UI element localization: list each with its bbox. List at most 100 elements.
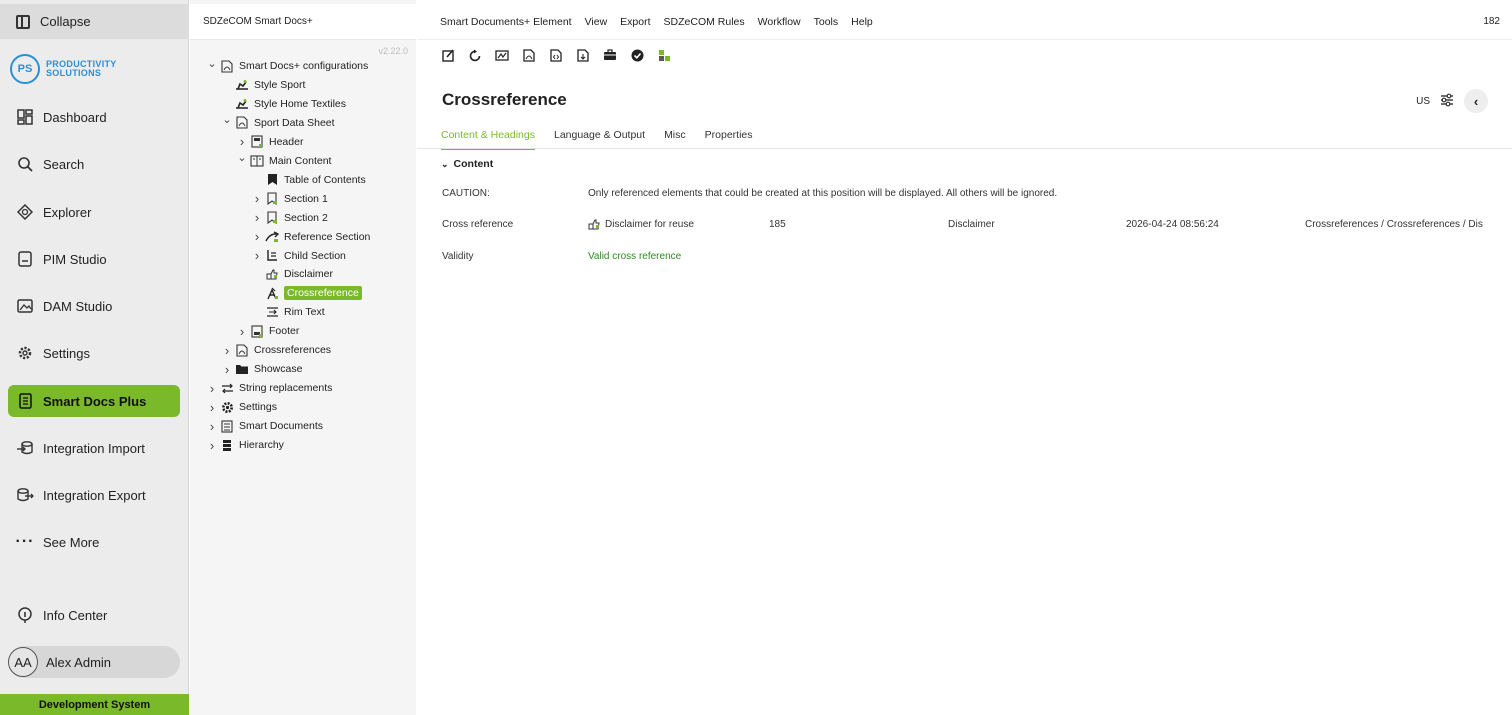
user-menu[interactable]: AA Alex Admin xyxy=(8,646,180,678)
logo-line2: SOLUTIONS xyxy=(46,68,102,78)
footer-icon xyxy=(250,325,264,338)
chevron-down-icon[interactable]: ⌄ xyxy=(236,151,248,164)
gear-icon xyxy=(16,344,34,362)
object-count: 182 xyxy=(1483,16,1500,27)
tab-misc[interactable]: Misc xyxy=(664,126,686,150)
tab-bar: Content & Headings Language & Output Mis… xyxy=(441,126,772,150)
productivity-solutions-logo: PS PRODUCTIVITY SOLUTIONS xyxy=(10,54,117,84)
tree-node-header[interactable]: › Header xyxy=(236,133,304,151)
tree-node-child-section[interactable]: › Child Section xyxy=(251,247,346,265)
tree-node-sport-data-sheet[interactable]: ⌄ Sport Data Sheet xyxy=(221,114,335,132)
tab-divider xyxy=(417,148,1512,149)
preview-icon[interactable] xyxy=(495,48,509,62)
nav-item-explorer[interactable]: Explorer xyxy=(8,196,180,228)
chevron-right-icon[interactable]: › xyxy=(236,324,248,339)
tree-node-footer[interactable]: › Footer xyxy=(236,322,300,340)
toolbar xyxy=(441,48,671,62)
hierarchy-tool-icon[interactable] xyxy=(657,48,671,62)
tree-node-label: Showcase xyxy=(254,363,303,376)
nav-label: PIM Studio xyxy=(43,251,107,267)
menu-view[interactable]: View xyxy=(585,16,608,28)
content-section-toggle[interactable]: ⌄ Content xyxy=(441,158,493,170)
export-file-icon[interactable] xyxy=(576,48,590,62)
nav-item-dashboard[interactable]: Dashboard xyxy=(8,101,180,133)
nav-item-pim-studio[interactable]: PIM Studio xyxy=(8,243,180,275)
reload-icon[interactable] xyxy=(468,48,482,62)
nav-item-see-more[interactable]: ··· See More xyxy=(8,526,180,558)
tree-node-label: Main Content xyxy=(269,154,332,167)
nav-item-info-center[interactable]: Info Center xyxy=(8,599,180,631)
caution-label: CAUTION: xyxy=(442,188,490,199)
tree-node-settings[interactable]: › Settings xyxy=(206,398,277,416)
nav-item-search[interactable]: Search xyxy=(8,148,180,180)
nav-item-smart-docs-plus[interactable]: Smart Docs Plus xyxy=(8,385,180,417)
tree-node-string-replacements[interactable]: › String replacements xyxy=(206,379,333,397)
section-label: Content xyxy=(453,158,494,170)
tree-node-smart-documents[interactable]: › Smart Documents xyxy=(206,417,323,435)
menu-bar: Smart Documents+ Element View Export SDZ… xyxy=(417,4,1512,40)
nav-label: Integration Export xyxy=(43,487,146,503)
tree-node-label: Crossreferences xyxy=(254,344,332,357)
logo-mark: PS xyxy=(10,54,40,84)
collapse-panel-button[interactable]: ‹ xyxy=(1464,89,1488,113)
disclaimer-icon xyxy=(265,268,279,281)
tab-properties[interactable]: Properties xyxy=(705,126,753,150)
tree-node-style-sport[interactable]: Style Sport xyxy=(221,76,305,94)
tree-node-label: Section 1 xyxy=(284,192,328,205)
menu-sdzecom-rules[interactable]: SDZeCOM Rules xyxy=(664,16,745,28)
tree-node-crossreference[interactable]: Crossreference xyxy=(251,284,362,302)
smart-docs-icon xyxy=(16,392,34,410)
menu-export[interactable]: Export xyxy=(620,16,650,28)
chevron-right-icon[interactable]: › xyxy=(251,229,263,244)
chevron-right-icon[interactable]: › xyxy=(251,210,263,225)
chevron-right-icon[interactable]: › xyxy=(221,362,233,377)
tree-node-smart-docs-configurations[interactable]: ⌄ Smart Docs+ configurations xyxy=(206,57,368,75)
menu-tools[interactable]: Tools xyxy=(814,16,839,28)
nav-item-settings[interactable]: Settings xyxy=(8,337,180,369)
tree-node-label: Smart Documents xyxy=(239,420,324,433)
menu-help[interactable]: Help xyxy=(851,16,873,28)
tree-node-section-2[interactable]: › Section 2 xyxy=(251,209,328,227)
chevron-right-icon[interactable]: › xyxy=(236,134,248,149)
nav-item-integration-export[interactable]: Integration Export xyxy=(8,479,180,511)
cross-reference-link[interactable]: Disclaimer for reuse xyxy=(588,219,694,230)
tree-node-crossreferences[interactable]: › Crossreferences xyxy=(221,341,331,359)
chevron-right-icon[interactable]: › xyxy=(206,438,218,453)
pdf-icon xyxy=(235,344,249,357)
content-icon xyxy=(250,154,264,167)
tab-content-headings[interactable]: Content & Headings xyxy=(441,126,535,150)
approve-icon[interactable] xyxy=(630,48,644,62)
tree-node-table-of-contents[interactable]: Table of Contents xyxy=(251,171,366,189)
chevron-right-icon[interactable]: › xyxy=(251,191,263,206)
chevron-right-icon[interactable]: › xyxy=(221,343,233,358)
nav-item-dam-studio[interactable]: DAM Studio xyxy=(8,290,180,322)
locale-selector[interactable]: US xyxy=(1416,96,1430,107)
menu-workflow[interactable]: Workflow xyxy=(758,16,801,28)
nav-item-integration-import[interactable]: Integration Import xyxy=(8,432,180,464)
tree-node-disclaimer[interactable]: Disclaimer xyxy=(251,265,333,283)
code-file-icon[interactable] xyxy=(549,48,563,62)
filter-settings-icon[interactable] xyxy=(1440,93,1454,110)
chevron-down-icon[interactable]: ⌄ xyxy=(221,113,233,126)
tree-node-label: Style Home Textiles xyxy=(254,97,347,110)
tree-node-main-content[interactable]: ⌄ Main Content xyxy=(236,152,331,170)
menu-smart-documents-element[interactable]: Smart Documents+ Element xyxy=(440,16,572,28)
chevron-down-icon[interactable]: ⌄ xyxy=(206,57,218,70)
edit-icon[interactable] xyxy=(441,48,455,62)
tab-language-output[interactable]: Language & Output xyxy=(554,126,645,150)
tree-node-section-1[interactable]: › Section 1 xyxy=(251,190,328,208)
search-icon xyxy=(16,155,34,173)
tree-node-showcase[interactable]: › Showcase xyxy=(221,360,303,378)
collapse-button[interactable]: Collapse xyxy=(0,4,189,39)
tree-node-reference-section[interactable]: › Reference Section xyxy=(251,228,371,246)
briefcase-icon[interactable] xyxy=(603,48,617,62)
chevron-right-icon[interactable]: › xyxy=(251,248,263,263)
folder-icon xyxy=(235,363,249,376)
tree-node-style-home-textiles[interactable]: Style Home Textiles xyxy=(221,95,346,113)
chevron-right-icon[interactable]: › xyxy=(206,400,218,415)
tree-node-rim-text[interactable]: Rim Text xyxy=(251,303,325,321)
pdf-icon[interactable] xyxy=(522,48,536,62)
chevron-right-icon[interactable]: › xyxy=(206,381,218,396)
chevron-right-icon[interactable]: › xyxy=(206,419,218,434)
tree-node-hierarchy[interactable]: › Hierarchy xyxy=(206,436,284,454)
